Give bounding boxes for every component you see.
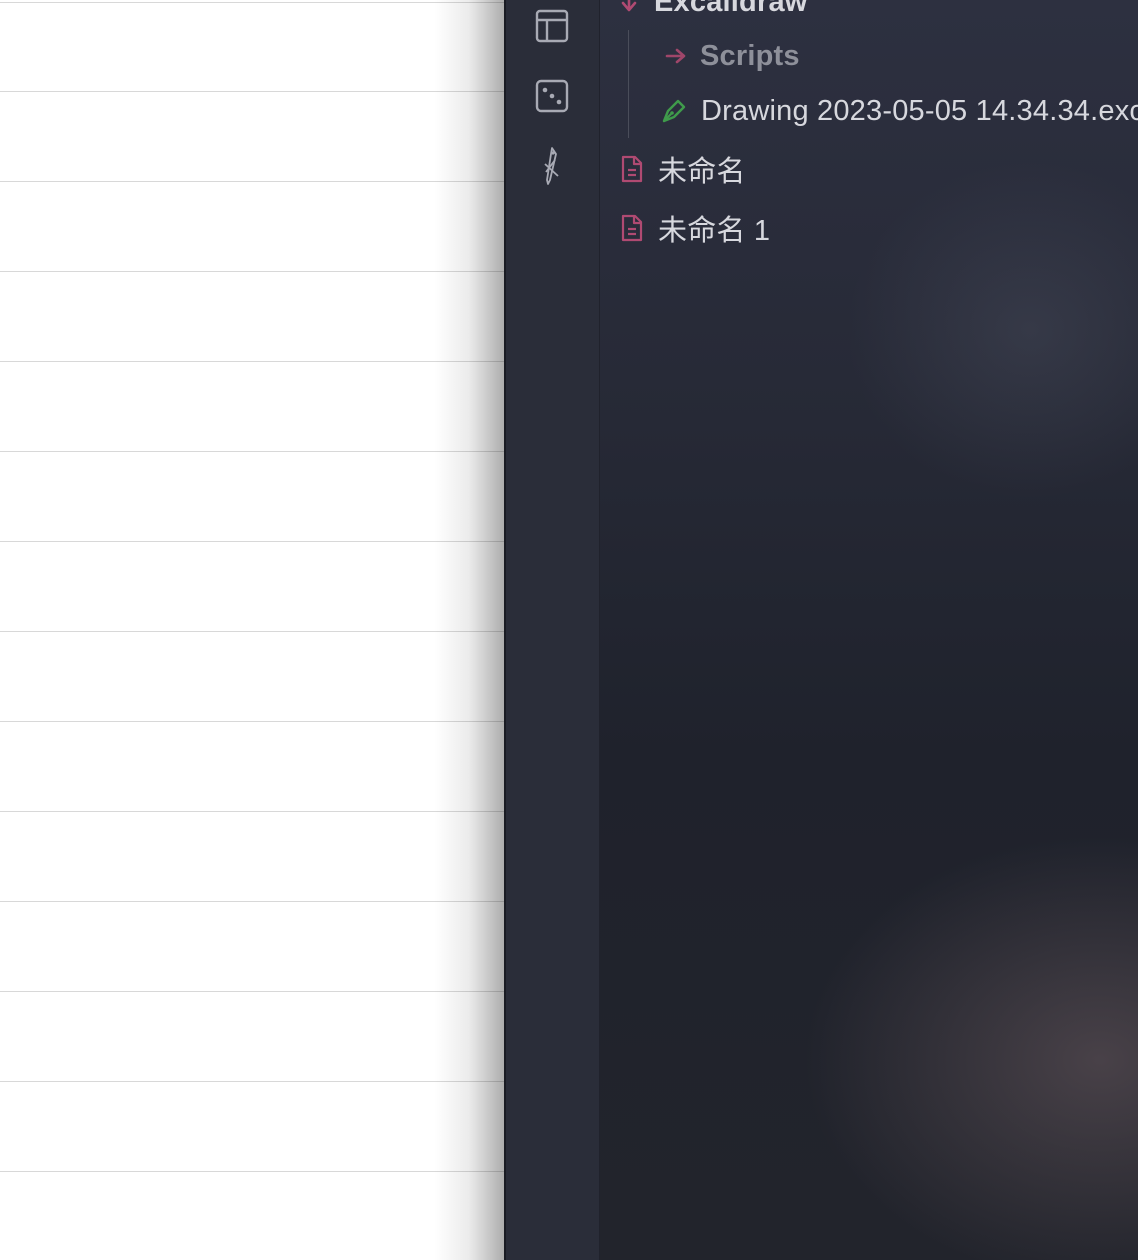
ruled-line [0, 721, 504, 722]
ruled-line [0, 541, 504, 542]
ruled-line [0, 181, 504, 182]
file-untitled-1[interactable]: 未命名 1 [620, 207, 770, 249]
pen-icon [660, 97, 688, 125]
ruled-line [0, 91, 504, 92]
ruled-line [0, 901, 504, 902]
file-untitled[interactable]: 未命名 [620, 148, 746, 190]
ribbon [504, 0, 600, 1260]
folder-label: Scripts [700, 39, 800, 72]
ruled-line [0, 2, 504, 3]
chevron-down-icon [618, 0, 640, 17]
pane-edge-shadow [434, 0, 504, 1260]
ruled-line [0, 991, 504, 992]
editor-pane[interactable] [0, 0, 504, 1260]
ruled-line [0, 451, 504, 452]
file-drawing[interactable]: Drawing 2023-05-05 14.34.34.excalidraw [660, 91, 1138, 131]
file-label: 未命名 [658, 156, 746, 188]
app-window: Excalidraw Scripts Drawing 2023-05-05 14… [0, 0, 1138, 1260]
excalidraw-button[interactable] [534, 146, 570, 186]
file-label: 未命名 1 [658, 215, 771, 247]
layout-button[interactable] [534, 8, 570, 44]
file-icon [620, 213, 644, 243]
file-explorer: Excalidraw Scripts Drawing 2023-05-05 14… [600, 0, 1138, 1260]
ruled-line [0, 631, 504, 632]
ruled-line [0, 811, 504, 812]
random-note-button[interactable] [534, 78, 570, 114]
file-label: Drawing 2023-05-05 14.34.34.excalidraw [701, 94, 1138, 127]
folder-scripts[interactable]: Scripts [664, 36, 800, 76]
arrow-right-icon [664, 46, 688, 66]
excalidraw-icon [537, 146, 567, 186]
ruled-line [0, 361, 504, 362]
ruled-line [0, 1081, 504, 1082]
folder-label: Excalidraw [654, 0, 808, 18]
layout-icon [535, 9, 569, 43]
dice-icon [535, 79, 569, 113]
ruled-line [0, 271, 504, 272]
tree-indent-guide [628, 30, 629, 138]
folder-excalidraw[interactable]: Excalidraw [618, 0, 808, 19]
file-icon [620, 154, 644, 184]
ruled-line [0, 1171, 504, 1172]
